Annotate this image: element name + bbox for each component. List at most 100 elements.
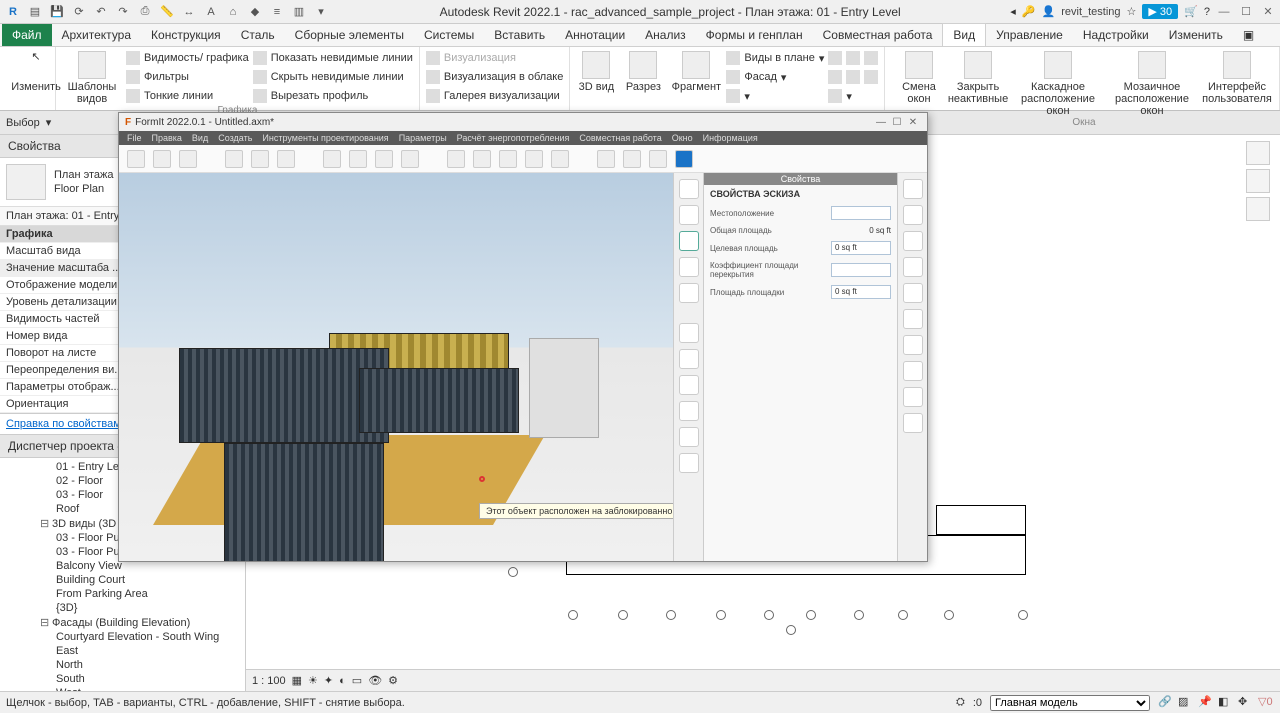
minimize-icon[interactable]: — [1216,4,1232,20]
switch-windows-button[interactable]: Смена окон [895,49,943,105]
tab-precast[interactable]: Сборные элементы [285,24,414,46]
render-cloud-button[interactable]: Визуализация в облаке [426,68,564,86]
tab-manage[interactable]: Управление [986,24,1073,46]
tab-systems[interactable]: Системы [414,24,484,46]
tree-item[interactable]: West [0,686,245,691]
render-button[interactable]: Визуализация [426,49,564,67]
remove-hidden-button[interactable]: Скрыть невидимые линии [253,68,413,86]
formit-dynamo-icon[interactable] [903,361,923,381]
formit-group-icon[interactable] [597,150,615,168]
save-icon[interactable]: 💾 [48,3,66,21]
nav-wheel-icon[interactable] [1246,169,1270,193]
formit-prop-row[interactable]: Общая площадь0 sq ft [704,223,897,238]
formit-measure-icon[interactable] [251,150,269,168]
thin-lines-icon[interactable]: ≡ [268,3,286,21]
formit-ortho-icon[interactable] [679,257,699,277]
formit-walk-icon[interactable] [679,349,699,369]
tab-structure[interactable]: Конструкция [141,24,231,46]
formit-close-icon[interactable]: ✕ [905,114,921,130]
callout-button[interactable]: Фрагмент [670,49,722,93]
formit-pin-icon[interactable] [447,150,465,168]
drag-icon[interactable]: ✥ [1238,695,1254,711]
tree-item[interactable]: Building Court [0,573,245,587]
formit-scene-icon[interactable] [903,205,923,225]
formit-line-icon[interactable] [323,150,341,168]
close-inactive-button[interactable]: Закрыть неактивные [947,49,1009,105]
section-icon[interactable]: ◆ [246,3,264,21]
plan-views-button[interactable]: Виды в плане ▾ [726,49,824,67]
reveal-icon[interactable]: ⚙ [388,674,398,687]
close-icon[interactable]: ✕ [1260,4,1276,20]
cut-profile-button[interactable]: Вырезать профиль [253,87,413,105]
sun-path-icon[interactable]: ✦ [324,674,333,687]
section-button[interactable]: Разрез [620,49,666,93]
small-sheet1-icon[interactable] [828,49,878,67]
tab-insert[interactable]: Вставить [484,24,555,46]
formit-rect-icon[interactable] [349,150,367,168]
switch-win-icon[interactable]: ▾ [312,3,330,21]
tab-analyze[interactable]: Анализ [635,24,696,46]
show-hidden-button[interactable]: Показать невидимые линии [253,49,413,67]
measure-icon[interactable]: 📏 [158,3,176,21]
cascade-button[interactable]: Каскадное расположение окон [1013,49,1103,117]
formit-mass-box[interactable] [529,338,599,438]
formit-plugin-icon[interactable] [903,309,923,329]
formit-min-icon[interactable]: — [873,114,889,130]
tab-collaborate[interactable]: Совместная работа [813,24,943,46]
close-hidden-icon[interactable]: ▥ [290,3,308,21]
formit-select-icon[interactable] [225,150,243,168]
nav-bar[interactable] [1246,141,1274,225]
tab-view[interactable]: Вид [942,23,986,46]
formit-layers-icon[interactable] [903,179,923,199]
undo-icon[interactable]: ↶ [92,3,110,21]
formit-materials-icon[interactable] [903,231,923,251]
search-icon[interactable]: ◂ [1010,5,1016,18]
formit-prop-row[interactable]: Целевая площадь0 sq ft [704,238,897,258]
thin-lines-button[interactable]: Тонкие линии [126,87,249,105]
render-gallery-button[interactable]: Галерея визуализации [426,87,564,105]
formit-zoomfit-icon[interactable] [679,453,699,473]
workset-icon[interactable]: ⛭ [956,696,965,709]
tab-addins[interactable]: Надстройки [1073,24,1159,46]
formit-arc-icon[interactable] [375,150,393,168]
formit-titlebar[interactable]: F FormIt 2022.0.1 - Untitled.axm* — ☐ ✕ [119,113,927,131]
sync-icon[interactable]: ⟳ [70,3,88,21]
filter-icon[interactable]: ▽0 [1258,695,1274,711]
formit-persp-icon[interactable] [679,231,699,251]
formit-circle-icon[interactable] [401,150,419,168]
view-templates-button[interactable]: Шаблоны видов [62,49,122,105]
navcube-icon[interactable] [1246,141,1270,165]
formit-settings-icon[interactable] [525,150,543,168]
formit-angle-icon[interactable] [277,150,295,168]
formit-menu[interactable]: FileПравкаВидСоздатьИнструменты проектир… [119,131,927,145]
tab-more-icon[interactable]: ▣ [1233,24,1264,46]
open-icon[interactable]: ▤ [26,3,44,21]
formit-person-icon[interactable] [623,150,641,168]
formit-section-icon[interactable] [551,150,569,168]
tree-item[interactable]: East [0,644,245,658]
cart-icon[interactable]: 🛒 [1184,5,1198,18]
trial-badge[interactable]: ▶ 30 [1142,4,1178,19]
formit-pan-icon[interactable] [679,375,699,395]
formit-shadow-icon[interactable] [499,150,517,168]
editable-only-icon[interactable]: :0 [973,697,982,709]
3d-view-button[interactable]: 3D вид [576,49,616,93]
visual-style-icon[interactable]: ☀ [308,674,318,687]
design-options-select[interactable]: Главная модель [990,695,1150,711]
shadows-icon[interactable]: ◐ [339,675,346,687]
keynote-icon[interactable]: 🔑 [1022,5,1036,18]
formit-redo-icon[interactable] [179,150,197,168]
formit-energy-icon[interactable] [903,413,923,433]
dim-icon[interactable]: ↔ [180,3,198,21]
small-tool-icon[interactable]: ▾ [726,87,824,105]
tab-steel[interactable]: Сталь [231,24,285,46]
formit-collab-icon[interactable] [903,335,923,355]
tab-architecture[interactable]: Архитектура [52,24,142,46]
select-pinned-icon[interactable]: 📌 [1198,695,1214,711]
formit-revit-icon[interactable] [675,150,693,168]
user-name[interactable]: revit_testing [1061,6,1120,18]
3d-icon[interactable]: ⌂ [224,3,242,21]
formit-content-icon[interactable] [903,283,923,303]
select-underlay-icon[interactable]: ▨ [1178,695,1194,711]
tree-item[interactable]: Courtyard Elevation - South Wing [0,630,245,644]
